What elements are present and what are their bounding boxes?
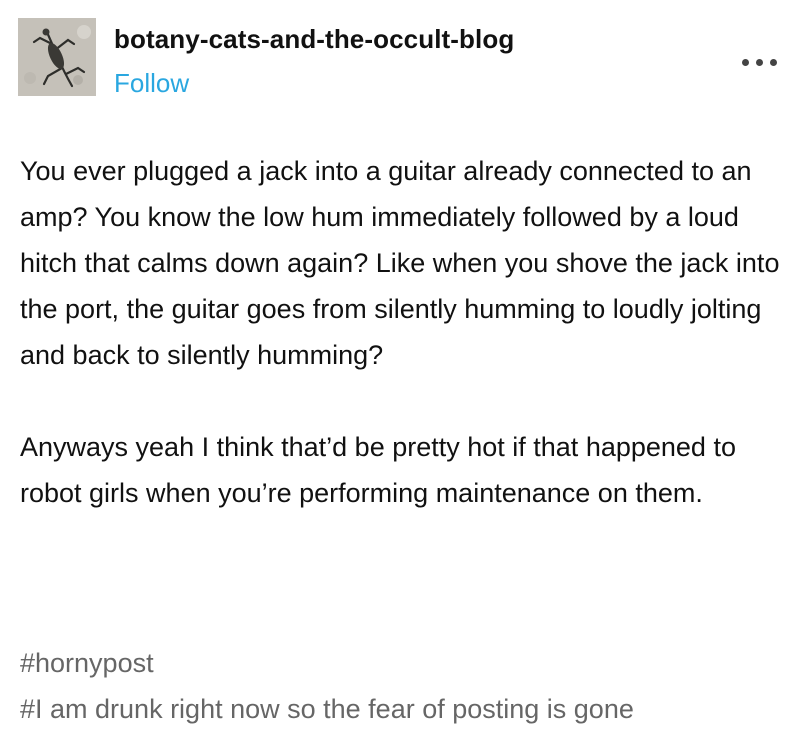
ellipsis-icon[interactable]	[740, 54, 780, 70]
post-paragraph: Anyways yeah I think that’d be pretty ho…	[20, 432, 736, 508]
tag-link[interactable]: #hornypost	[20, 640, 790, 686]
tumblr-post: botany-cats-and-the-occult-blog Follow Y…	[0, 0, 800, 756]
post-paragraph: You ever plugged a jack into a guitar al…	[20, 156, 780, 370]
blog-name-link[interactable]: botany-cats-and-the-occult-blog	[114, 24, 514, 55]
post-tags: #hornypost #I am drunk right now so the …	[20, 640, 790, 732]
blog-avatar[interactable]	[18, 18, 96, 96]
avatar-lizard-image	[18, 18, 96, 96]
menu-dot	[756, 59, 763, 66]
menu-dot	[770, 59, 777, 66]
follow-button[interactable]: Follow	[114, 68, 189, 99]
post-header: botany-cats-and-the-occult-blog Follow	[18, 18, 788, 108]
post-body: You ever plugged a jack into a guitar al…	[20, 148, 790, 516]
tag-link[interactable]: #I am drunk right now so the fear of pos…	[20, 686, 790, 732]
menu-dot	[742, 59, 749, 66]
